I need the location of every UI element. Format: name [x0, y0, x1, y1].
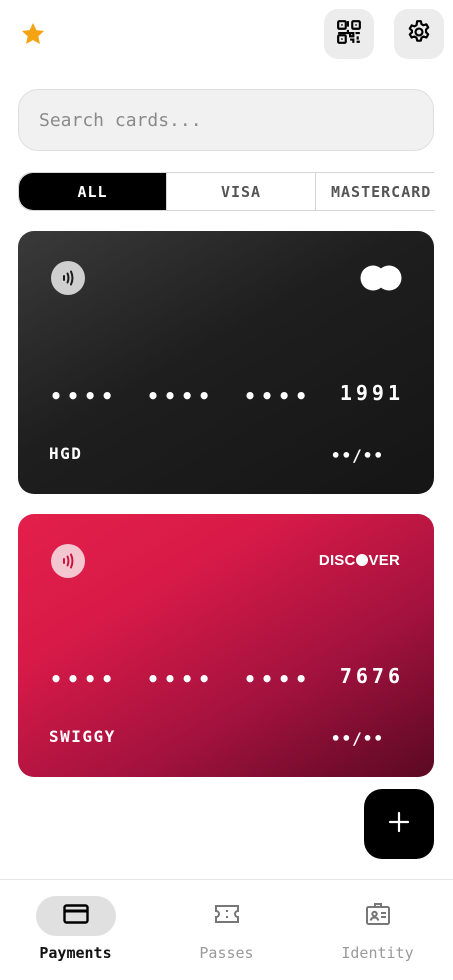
- discover-logo: DISC VER: [318, 552, 400, 569]
- masked-number-group: ••••: [50, 667, 119, 691]
- nav-label: Passes: [199, 944, 254, 962]
- payment-card[interactable]: •••• •••• •••• 1991 HGD ••/••: [18, 231, 434, 494]
- card-holder-name: HGD: [49, 444, 83, 463]
- network-filter-tabs: ALL VISA MASTERCARD: [18, 172, 434, 211]
- nav-pill: [35, 896, 116, 936]
- star-icon[interactable]: [20, 21, 46, 47]
- card-holder-name: SWIGGY: [49, 727, 116, 746]
- filter-tab-all[interactable]: ALL: [19, 173, 167, 210]
- filter-tab-visa[interactable]: VISA: [167, 173, 316, 210]
- card-expiry: ••/••: [330, 446, 384, 465]
- card-last-four: 1991: [339, 381, 404, 405]
- nav-label: Payments: [39, 944, 112, 962]
- card-last-four: 7676: [339, 664, 404, 688]
- masked-number-group: ••••: [147, 667, 216, 691]
- masked-number-group: ••••: [50, 384, 119, 408]
- settings-button[interactable]: [394, 9, 444, 59]
- ticket-icon: [214, 904, 240, 928]
- masked-number-group: ••••: [244, 384, 313, 408]
- search-bar: [18, 89, 434, 151]
- nav-item-identity[interactable]: Identity: [302, 896, 453, 962]
- mastercard-logo-icon: [360, 265, 402, 291]
- nav-item-payments[interactable]: Payments: [0, 896, 151, 962]
- qr-scan-button[interactable]: [324, 9, 374, 59]
- credit-card-icon: [62, 904, 89, 928]
- nav-pill: [187, 896, 267, 936]
- nav-label: Identity: [341, 944, 414, 962]
- gear-icon: [406, 19, 432, 49]
- masked-number-group: ••••: [244, 667, 313, 691]
- add-card-button[interactable]: [364, 789, 434, 859]
- plus-icon: [388, 811, 410, 837]
- nav-pill: [338, 896, 418, 936]
- contactless-icon: [51, 544, 85, 578]
- id-badge-icon: [365, 902, 391, 930]
- payment-card[interactable]: DISC VER •••• •••• •••• 7676 SWIGGY ••/••: [18, 514, 434, 777]
- card-expiry: ••/••: [330, 729, 384, 748]
- nav-item-passes[interactable]: Passes: [151, 896, 302, 962]
- masked-number-group: ••••: [147, 384, 216, 408]
- bottom-navigation: Payments Passes Identity: [0, 879, 453, 980]
- top-bar: [0, 0, 453, 70]
- contactless-icon: [51, 261, 85, 295]
- filter-tab-mastercard[interactable]: MASTERCARD: [316, 173, 434, 210]
- qr-code-icon: [336, 19, 362, 49]
- search-input[interactable]: [19, 90, 433, 150]
